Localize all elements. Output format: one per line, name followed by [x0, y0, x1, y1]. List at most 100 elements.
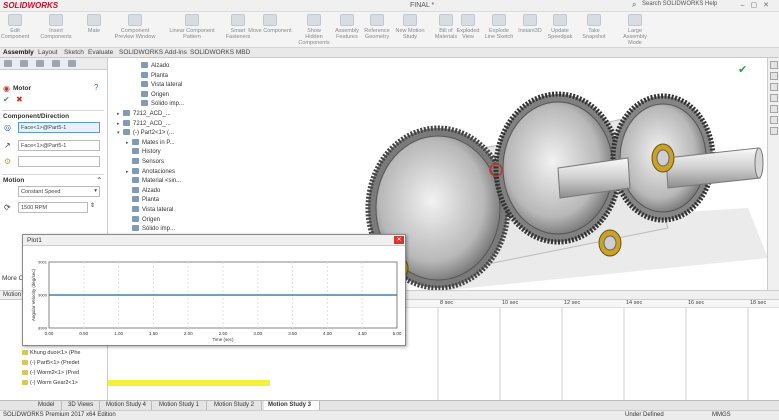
design-library-icon[interactable]: [769, 83, 778, 91]
title-bar: SOLIDWORKS FINAL * ⌕ Search SOLIDWORKS H…: [0, 0, 779, 12]
ribbon-button-1[interactable]: Insert Components: [36, 14, 76, 40]
ribbon-button-4[interactable]: Linear Component Pattern: [168, 14, 216, 40]
ribbon-button-icon: [492, 14, 506, 26]
tree-item[interactable]: Sólido imp...: [135, 100, 184, 109]
resources-icon[interactable]: [769, 72, 778, 80]
motion-tree-row[interactable]: Khung duoi<1> (Phe: [22, 350, 80, 360]
x-tick-label: 5.00: [393, 331, 402, 336]
dimxpert-tab-icon[interactable]: [52, 60, 60, 67]
tree-item[interactable]: Origen: [126, 215, 160, 225]
tree-item[interactable]: Alzado: [126, 186, 160, 196]
feature-icon: [132, 148, 139, 155]
ribbon-button-3[interactable]: Component Preview Window: [112, 14, 158, 40]
file-explorer-icon[interactable]: [769, 94, 778, 102]
tree-item-label: Anotaciones: [142, 168, 176, 175]
tab-0[interactable]: Assembly: [3, 49, 34, 56]
motion-tree-row[interactable]: (-) Part5<1> (Predet: [22, 360, 79, 370]
tree-item[interactable]: Planta: [126, 196, 159, 205]
custom-properties-icon[interactable]: [769, 127, 778, 135]
ribbon-button-icon: [553, 14, 567, 26]
tree-item[interactable]: Material <sin...: [126, 177, 181, 186]
ribbon-button-7[interactable]: Show Hidden Components: [298, 14, 330, 46]
motor-direction-field[interactable]: Face<1>@Part5-1: [18, 140, 100, 151]
property-manager-tab-icon[interactable]: [20, 60, 28, 67]
ribbon-button-9[interactable]: Reference Geometry: [364, 14, 390, 40]
ribbon-button-icon: [439, 14, 453, 26]
window-controls[interactable]: –▢✕: [741, 1, 775, 9]
ribbon-button-icon: [340, 14, 354, 26]
motion-tab-label[interactable]: Motion: [3, 292, 21, 298]
x-tick-label: 4.50: [358, 331, 367, 336]
ribbon-button-17[interactable]: Large Assembly Mode: [616, 14, 654, 46]
display-manager-tab-icon[interactable]: [68, 60, 76, 67]
feature-icon: [141, 90, 148, 97]
tree-item[interactable]: Vista lateral: [126, 206, 173, 215]
help-icon[interactable]: ?: [94, 83, 98, 92]
home-icon[interactable]: [769, 61, 778, 69]
tab-3[interactable]: Evaluate: [88, 49, 113, 56]
tab-5[interactable]: SOLIDWORKS MBD: [190, 49, 250, 56]
tree-item[interactable]: ▸ 7212_ACD_...: [117, 119, 171, 129]
ribbon-button-label: Insert Components: [40, 28, 72, 40]
tree-item-label: Vista lateral: [151, 82, 183, 89]
ribbon-button-label: Take Snapshot: [582, 28, 606, 40]
ribbon-button-0[interactable]: Edit Component: [0, 14, 30, 40]
ribbon-button-15[interactable]: Update Speedpak: [546, 14, 574, 40]
tree-item[interactable]: Sensors: [126, 158, 164, 167]
tree-item[interactable]: Alzado: [135, 62, 169, 71]
relative-component-field[interactable]: [18, 156, 100, 167]
ribbon-button-icon: [185, 14, 199, 26]
status-bar: SOLIDWORKS Premium 2017 x64 Edition Unde…: [0, 410, 779, 420]
help-search-input[interactable]: ⌕ Search SOLIDWORKS Help: [632, 0, 727, 11]
direction-arrow-icon[interactable]: ↗: [4, 141, 11, 150]
ribbon-button-13[interactable]: Explode Line Sketch: [484, 14, 514, 40]
tree-item[interactable]: ▸ Anotaciones: [126, 167, 176, 177]
feature-icon: [132, 138, 139, 145]
units-selector[interactable]: MMGS: [712, 412, 731, 418]
tab-4[interactable]: SOLIDWORKS Add-Ins: [119, 49, 187, 56]
ribbon-button-label: Large Assembly Mode: [623, 28, 647, 46]
speed-input[interactable]: 1500 RPM: [18, 202, 88, 213]
solidworks-logo[interactable]: SOLIDWORKS: [3, 1, 58, 10]
motor-location-field[interactable]: Face<1>@Part5-1: [18, 122, 100, 133]
ribbon-button-icon: [231, 14, 245, 26]
tree-item[interactable]: ▾ (-) Part2<1> (...: [117, 129, 174, 138]
tree-item[interactable]: Planta: [135, 71, 168, 81]
config-manager-tab-icon[interactable]: [36, 60, 44, 67]
ribbon-button-label: Mate: [87, 28, 101, 34]
plot-title-bar[interactable]: Plot1 ✕: [23, 235, 405, 246]
plot-window[interactable]: Plot1 ✕ 0.00 0.50 1.00 1.50 2.00 2.50 3.00 3.50…: [22, 234, 406, 346]
tab-1[interactable]: Layout: [38, 49, 58, 56]
ribbon-button-2[interactable]: Mate: [82, 14, 106, 34]
tree-item-label: Alzado: [151, 63, 170, 69]
tab-2[interactable]: Sketch: [64, 49, 84, 56]
motion-tree-row[interactable]: (-) Worm2<1> (Pred: [22, 370, 79, 380]
tree-item[interactable]: Sólido imp...: [126, 225, 175, 234]
close-icon[interactable]: ✕: [394, 236, 404, 244]
speed-spinner-icon[interactable]: ⇕: [90, 202, 95, 209]
ribbon-button-12[interactable]: Exploded View: [456, 14, 480, 40]
confirm-corner-check-icon[interactable]: ✔: [738, 63, 747, 76]
ribbon-button-16[interactable]: Take Snapshot: [578, 14, 610, 40]
feature-tree-tab-icon[interactable]: [4, 60, 12, 67]
appearances-icon[interactable]: [769, 116, 778, 124]
cancel-x-icon[interactable]: ✖: [16, 95, 23, 104]
motion-tree-row[interactable]: (-) Worm Gear2<1>: [22, 380, 78, 390]
view-palette-icon[interactable]: [769, 105, 778, 113]
tree-item[interactable]: ▸ 7212_ACD_...: [117, 110, 171, 119]
ribbon-button-8[interactable]: Assembly Features: [334, 14, 360, 40]
tree-item[interactable]: ▸ Mates in P...: [126, 138, 175, 148]
tree-item[interactable]: Vista lateral: [135, 81, 182, 90]
ribbon-button-11[interactable]: Bill of Materials: [434, 14, 458, 40]
tree-item[interactable]: History: [126, 148, 161, 157]
ribbon-button-icon: [307, 14, 321, 26]
ribbon-button-icon: [403, 14, 417, 26]
ribbon-button-14[interactable]: Instant3D: [516, 14, 544, 34]
ribbon-button-10[interactable]: New Motion Study: [394, 14, 426, 40]
collapse-chevron-icon[interactable]: ⌃: [96, 176, 103, 185]
tree-item-label: History: [142, 149, 161, 156]
ribbon-button-6[interactable]: Move Component: [246, 14, 294, 34]
motion-type-select[interactable]: Constant Speed ▾: [18, 186, 100, 197]
ok-check-icon[interactable]: ✔: [3, 95, 10, 104]
tree-item[interactable]: Origen: [135, 90, 169, 100]
